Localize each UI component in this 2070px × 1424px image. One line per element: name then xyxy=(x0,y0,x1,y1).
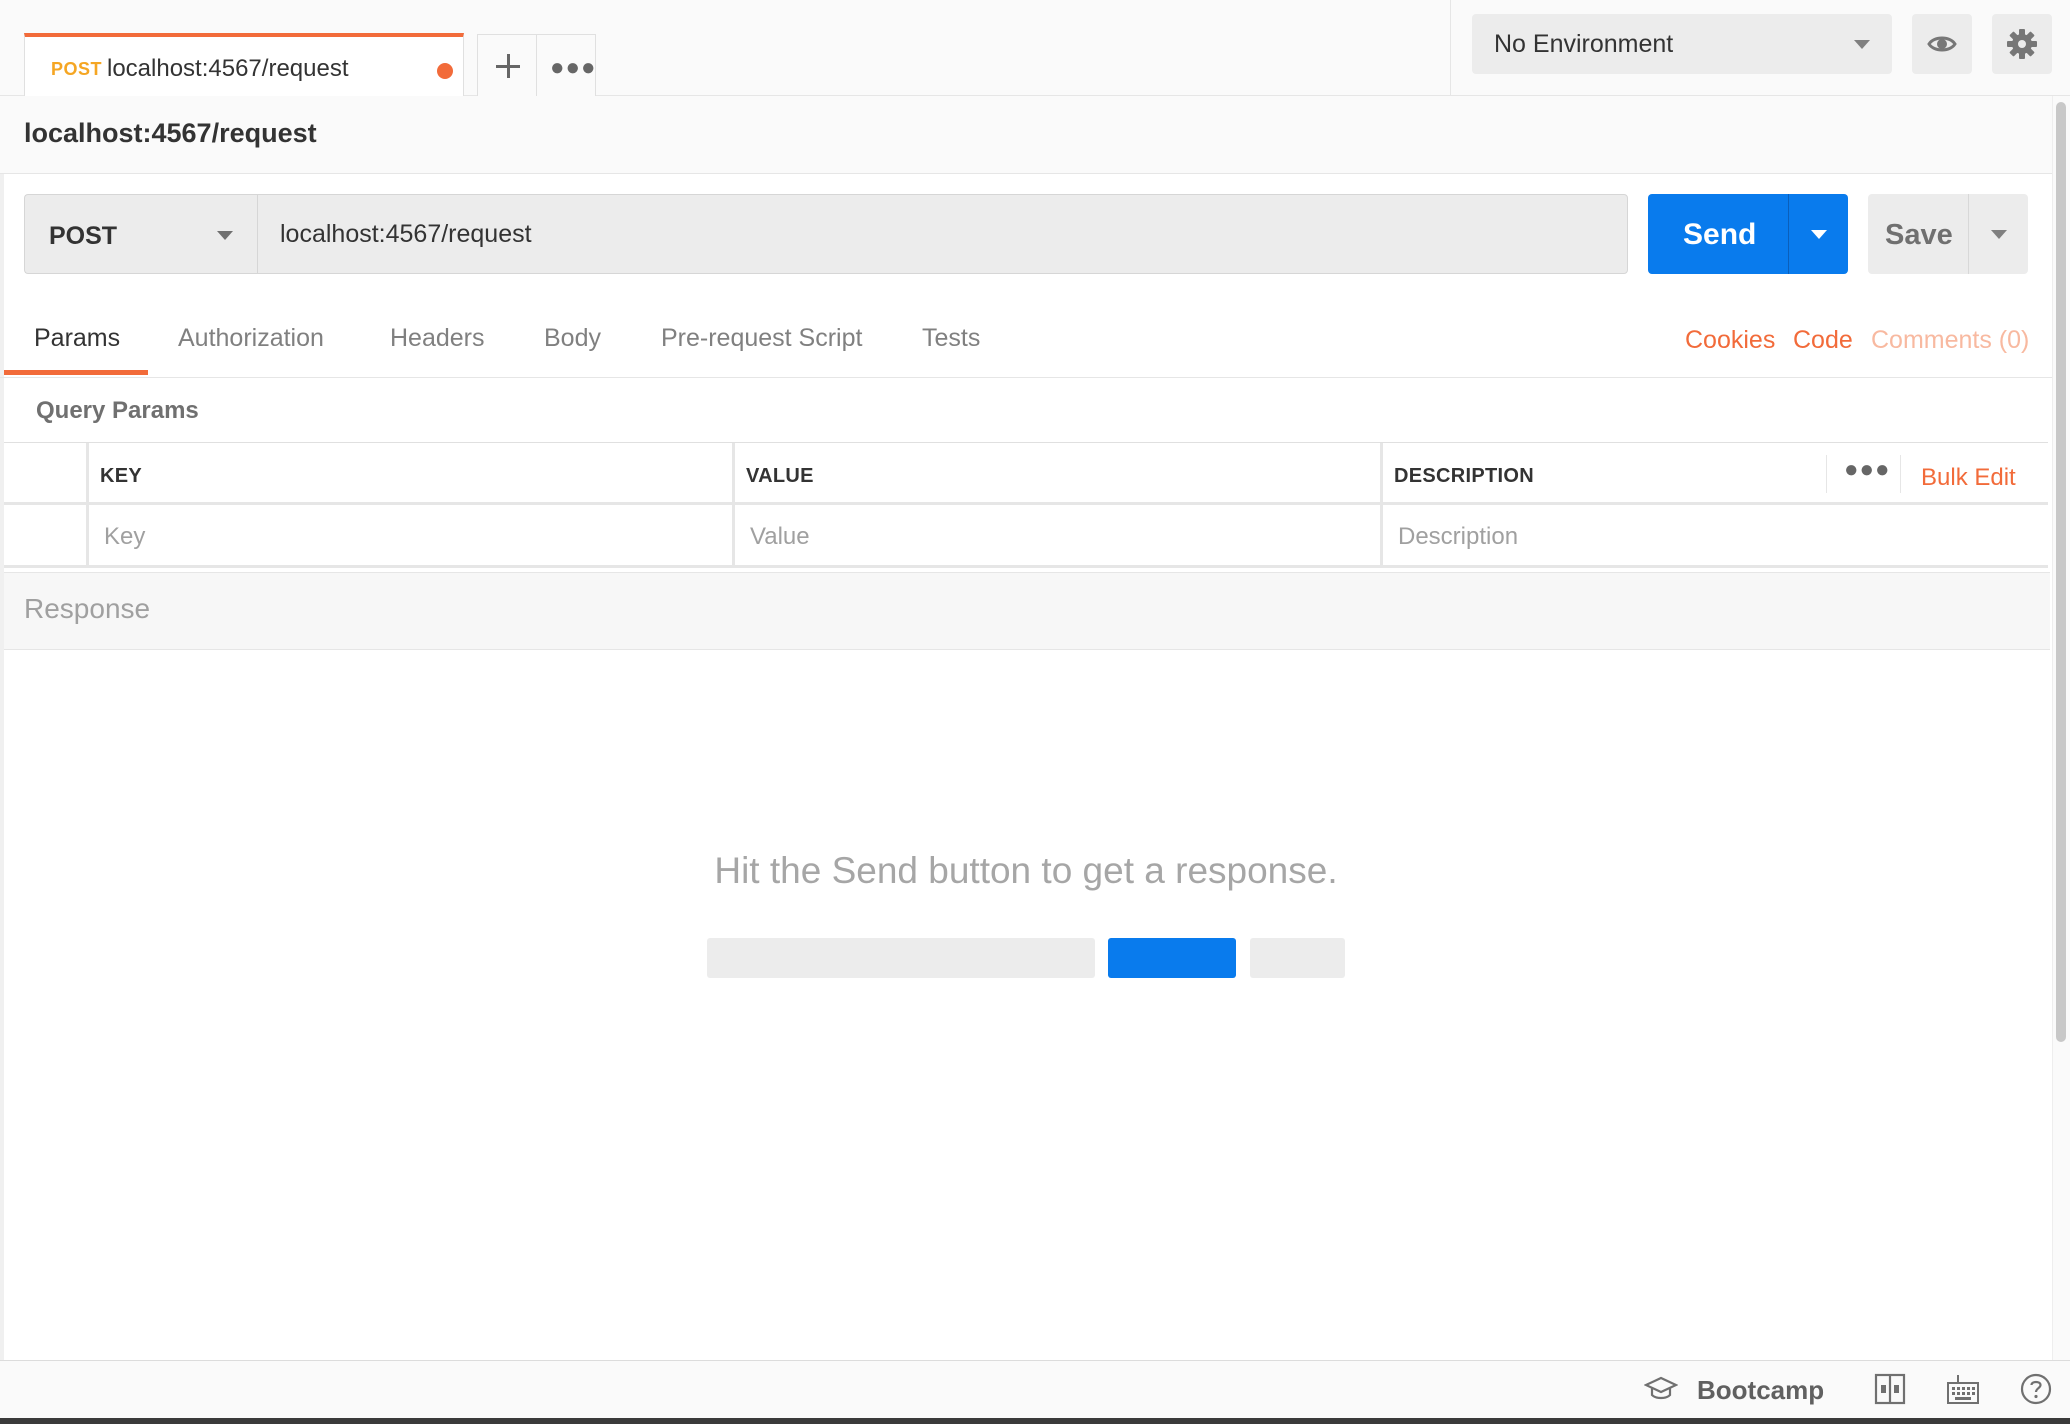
scrollbar-thumb[interactable] xyxy=(2056,102,2066,1042)
tab-method-badge: POST xyxy=(51,59,103,79)
two-pane-view-button[interactable] xyxy=(1874,1373,1906,1410)
caret-down-icon xyxy=(1811,230,1827,239)
active-tab-indicator xyxy=(4,370,148,375)
request-tabs: Params Authorization Headers Body Pre-re… xyxy=(0,312,2052,378)
graduation-cap-icon xyxy=(1643,1376,1679,1400)
param-key-input[interactable] xyxy=(104,512,724,562)
status-bar: Bootcamp xyxy=(0,1360,2070,1418)
request-title[interactable]: localhost:4567/request xyxy=(24,118,317,149)
cookies-link[interactable]: Cookies xyxy=(1685,326,1775,355)
save-options-button[interactable] xyxy=(1968,194,2028,274)
eye-icon xyxy=(1927,36,1957,52)
new-tab-button[interactable] xyxy=(477,34,537,96)
help-button[interactable] xyxy=(2020,1373,2052,1410)
more-icon: ●●● xyxy=(550,54,597,81)
divider xyxy=(1450,0,1451,96)
save-label: Save xyxy=(1885,219,1953,251)
comments-link[interactable]: Comments (0) xyxy=(1871,326,2029,355)
bootcamp-button[interactable] xyxy=(1643,1375,1679,1408)
request-tab[interactable]: POST localhost:4567/request xyxy=(24,33,464,96)
method-label: POST xyxy=(49,222,118,250)
query-params-table: KEY VALUE DESCRIPTION ●●● Bulk Edit xyxy=(4,442,2048,568)
window-edge xyxy=(0,1418,2070,1424)
url-input[interactable] xyxy=(257,194,1628,274)
help-icon xyxy=(2020,1373,2052,1405)
column-header-key: KEY xyxy=(100,465,143,487)
response-label: Response xyxy=(24,593,151,624)
response-header: Response xyxy=(4,572,2050,650)
tab-body[interactable]: Body xyxy=(544,324,601,353)
table-header-row: KEY VALUE DESCRIPTION ●●● Bulk Edit xyxy=(4,443,2048,505)
placeholder-bar xyxy=(707,938,1095,978)
tab-params[interactable]: Params xyxy=(34,324,120,353)
placeholder-bar xyxy=(1250,938,1345,978)
settings-button[interactable] xyxy=(1992,14,2052,74)
param-description-input[interactable] xyxy=(1398,512,2038,562)
tab-options-button[interactable]: ●●● xyxy=(536,34,596,96)
environment-label: No Environment xyxy=(1494,30,1674,58)
bulk-edit-link[interactable]: Bulk Edit xyxy=(1921,464,2016,492)
unsaved-dot-icon xyxy=(437,63,453,79)
code-link[interactable]: Code xyxy=(1793,326,1853,355)
send-button[interactable]: Send xyxy=(1648,194,1788,274)
column-header-value: VALUE xyxy=(746,465,814,487)
tab-headers[interactable]: Headers xyxy=(390,324,485,353)
save-button[interactable]: Save xyxy=(1868,194,1968,274)
tab-pre-request-script[interactable]: Pre-request Script xyxy=(661,324,862,353)
caret-down-icon xyxy=(217,231,233,240)
caret-down-icon xyxy=(1991,230,2007,239)
keyboard-shortcuts-button[interactable] xyxy=(1946,1373,1980,1410)
request-title-row: localhost:4567/request xyxy=(0,96,2052,174)
tab-tests[interactable]: Tests xyxy=(922,324,980,353)
environment-select[interactable]: No Environment xyxy=(1472,14,1892,74)
tab-title: localhost:4567/request xyxy=(107,55,349,82)
tab-authorization[interactable]: Authorization xyxy=(178,324,324,353)
param-value-input[interactable] xyxy=(750,512,1370,562)
column-header-description: DESCRIPTION xyxy=(1394,465,1534,487)
more-icon[interactable]: ●●● xyxy=(1844,456,1891,484)
caret-down-icon xyxy=(1854,40,1870,49)
environment-quick-look-button[interactable] xyxy=(1912,14,1972,74)
send-options-button[interactable] xyxy=(1788,194,1848,274)
divider xyxy=(1826,455,1827,493)
column-divider xyxy=(1380,443,1383,566)
send-label: Send xyxy=(1683,218,1757,251)
keyboard-icon xyxy=(1947,1375,1979,1404)
method-select[interactable]: POST xyxy=(24,194,257,274)
divider xyxy=(1900,455,1901,493)
gear-icon xyxy=(2007,29,2037,59)
column-divider xyxy=(732,443,735,566)
two-pane-icon xyxy=(1874,1373,1906,1405)
placeholder-button xyxy=(1108,938,1236,978)
sidebar-edge xyxy=(0,96,4,1360)
app-window: POST localhost:4567/request ●●● No Envir… xyxy=(0,0,2070,1424)
top-bar: POST localhost:4567/request ●●● No Envir… xyxy=(0,0,2070,96)
row-enable-checkbox[interactable] xyxy=(8,505,90,566)
empty-response-message: Hit the Send button to get a response. xyxy=(714,850,1338,891)
bootcamp-label[interactable]: Bootcamp xyxy=(1697,1375,1824,1406)
query-params-label: Query Params xyxy=(36,397,199,424)
